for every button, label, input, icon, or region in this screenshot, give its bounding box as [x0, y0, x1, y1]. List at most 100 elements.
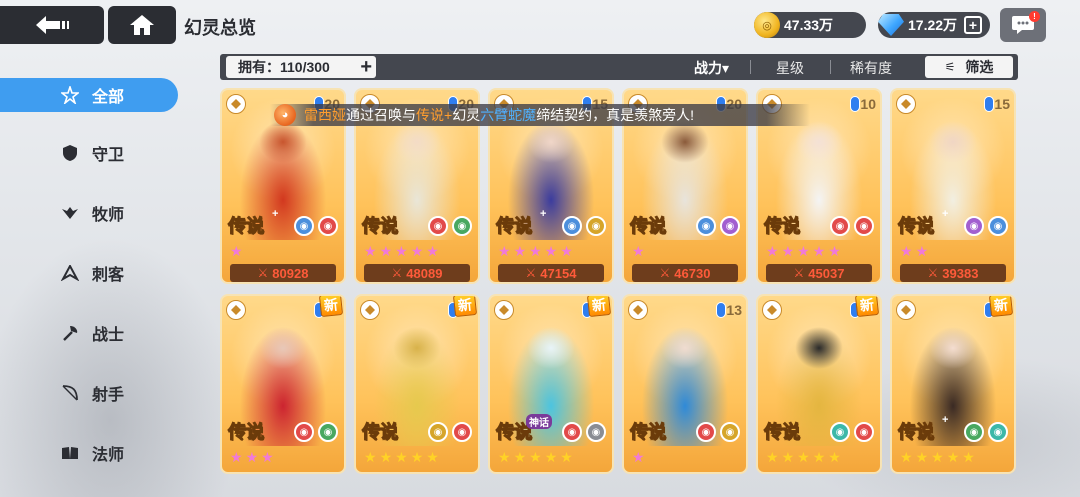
crossed-swords-icon: ⚔ — [391, 266, 403, 280]
spirit-card[interactable]: 新传说 ◉ ◉ ★ ★ ★ — [220, 294, 346, 474]
crossed-swords-icon: ⚔ — [793, 266, 805, 280]
crossed-swords-icon: ⚔ — [257, 266, 269, 280]
sidebar-item-mage[interactable]: 法师 — [0, 436, 178, 470]
sidebar-item-label: 牧师 — [92, 207, 125, 224]
gem-currency: 17.22万 + — [878, 12, 990, 38]
home-button[interactable] — [108, 6, 176, 44]
class-icon — [896, 94, 916, 114]
star-icon: ★ — [410, 449, 424, 465]
star-outline-icon — [60, 85, 80, 105]
star-icon: ★ — [395, 449, 408, 465]
skill-icon: ◉ — [586, 422, 606, 442]
star-rating: ★ ★ ★ ★ ★ — [762, 242, 878, 260]
skill-icon: ◉ — [294, 422, 314, 442]
combat-power: ⚔ 47154 — [498, 264, 604, 282]
spirit-card[interactable]: 15 传说 + ◉ ◉ ★ ★ ⚔ 39383 — [890, 88, 1016, 284]
skill-icons: ◉ ◉ — [696, 422, 740, 442]
page-title: 幻灵总览 — [184, 18, 256, 38]
class-sidebar: 全部 守卫 牧师 刺客 战士 射手 法师 — [0, 76, 180, 497]
expand-capacity-button[interactable]: + — [360, 57, 372, 77]
star-rating: ★ ★ ★ ★ ★ — [762, 448, 878, 466]
summon-cost: 10 — [860, 96, 876, 112]
rarity-label: 传说 — [630, 422, 667, 443]
pet-avatar-icon: ◕ — [274, 104, 296, 126]
rarity-label: 传说 — [764, 422, 801, 443]
filter-button[interactable]: ⚟ 筛选 — [925, 56, 1013, 78]
sidebar-item-label: 法师 — [92, 447, 125, 464]
combat-power: ⚔ 80928 — [230, 264, 336, 282]
sidebar-item-guardian[interactable]: 守卫 — [0, 136, 178, 170]
skill-icon: ◉ — [696, 216, 716, 236]
sort-by-star[interactable]: 星级 — [776, 58, 804, 78]
combat-power-value: 80928 — [272, 265, 309, 281]
spirit-card[interactable]: 新传说 神话 ◉ ◉ ★ ★ ★ ★ ★ — [488, 294, 614, 474]
star-icon: ★ — [410, 243, 424, 259]
sidebar-item-all[interactable]: 全部 — [0, 78, 178, 112]
add-gems-button[interactable]: + — [964, 16, 982, 34]
sidebar-item-label: 射手 — [92, 387, 125, 404]
class-icon — [360, 300, 380, 320]
element-icon — [984, 96, 994, 112]
sidebar-item-priest[interactable]: 牧师 — [0, 196, 178, 230]
star-icon: ★ — [261, 449, 274, 465]
combat-power-value: 46730 — [674, 265, 711, 281]
combat-power: ⚔ 46730 — [632, 264, 738, 282]
skill-icons: ◉ ◉ — [428, 216, 472, 236]
class-icon — [628, 300, 648, 320]
skill-icon: ◉ — [562, 216, 582, 236]
spirit-card[interactable]: 新传说 ◉ ◉ ★ ★ ★ ★ ★ — [354, 294, 480, 474]
spirit-card[interactable]: 新传说 + ◉ ◉ ★ ★ ★ ★ ★ — [890, 294, 1016, 474]
sidebar-item-archer[interactable]: 射手 — [0, 376, 178, 410]
skill-icon: ◉ — [720, 216, 740, 236]
spirit-card[interactable]: 13 传说 ◉ ◉ ★ — [622, 294, 748, 474]
sort-by-rarity[interactable]: 稀有度 — [850, 58, 892, 78]
rarity-label: 传说 — [228, 422, 265, 443]
crossed-swords-icon: ⚔ — [525, 266, 537, 280]
skill-icon: ◉ — [452, 422, 472, 442]
announce-text: 幻灵 — [452, 107, 481, 123]
skill-icons: ◉ ◉ — [830, 216, 874, 236]
star-icon: ★ — [245, 449, 259, 465]
sort-by-power[interactable]: 战力▾ — [694, 58, 729, 78]
skill-icon: ◉ — [428, 216, 448, 236]
new-badge: 新 — [586, 296, 612, 318]
rarity-label: 传说 — [362, 422, 399, 443]
new-badge: 新 — [854, 296, 880, 318]
star-rating: ★ — [628, 448, 744, 466]
spirit-card[interactable]: 新传说 ◉ ◉ ★ ★ ★ ★ ★ — [756, 294, 882, 474]
rarity-plus-mark: + — [942, 414, 949, 426]
filter-bar: 拥有：110/300 + 战力▾ 星级 稀有度 ⚟ 筛选 — [220, 54, 1018, 80]
star-icon: ★ — [632, 449, 645, 465]
skill-icon: ◉ — [562, 422, 582, 442]
sidebar-item-assassin[interactable]: 刺客 — [0, 256, 178, 290]
skill-icon: ◉ — [318, 422, 338, 442]
star-icon: ★ — [560, 449, 573, 465]
chat-button[interactable]: ! — [1000, 8, 1046, 42]
star-icon: ★ — [915, 243, 929, 259]
skill-icons: ◉ ◉ — [294, 422, 338, 442]
sidebar-item-label: 战士 — [92, 327, 125, 344]
rarity-label: 传说 — [898, 216, 935, 237]
summon-cost: 15 — [994, 96, 1010, 112]
skill-icons: ◉ ◉ — [562, 422, 606, 442]
skill-icon: ◉ — [964, 422, 984, 442]
back-button[interactable] — [0, 6, 104, 44]
star-rating: ★ ★ — [896, 242, 1012, 260]
star-icon: ★ — [766, 449, 779, 465]
skill-icon: ◉ — [964, 216, 984, 236]
star-icon: ★ — [364, 243, 377, 259]
rarity-label: 传说 — [898, 422, 935, 443]
star-icon: ★ — [812, 449, 826, 465]
star-icon: ★ — [498, 449, 511, 465]
gold-coin-icon: ◎ — [754, 12, 780, 38]
gold-currency: ◎ 47.33万 — [754, 12, 866, 38]
star-icon: ★ — [426, 449, 439, 465]
class-icon — [226, 94, 246, 114]
star-icon: ★ — [766, 243, 779, 259]
rarity-label: 传说 — [228, 216, 265, 237]
skill-icon: ◉ — [988, 422, 1008, 442]
star-icon: ★ — [498, 243, 511, 259]
skill-icon: ◉ — [830, 422, 850, 442]
home-icon — [130, 15, 154, 35]
sidebar-item-warrior[interactable]: 战士 — [0, 316, 178, 350]
